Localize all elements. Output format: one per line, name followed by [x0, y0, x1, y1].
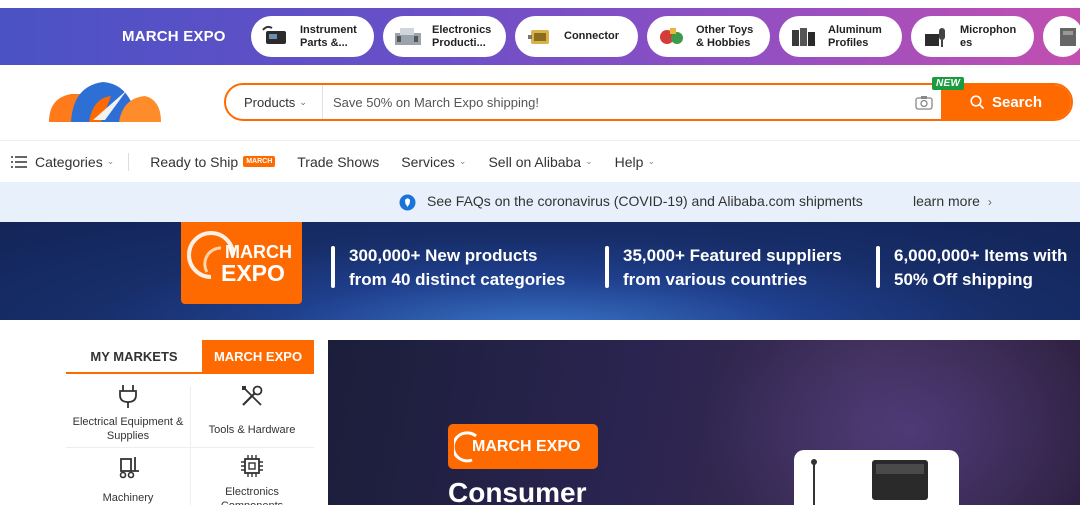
tab-my-markets[interactable]: MY MARKETS: [66, 340, 202, 372]
chevron-down-icon: ⌄: [458, 156, 467, 166]
microphone-icon: [917, 21, 955, 53]
forklift-icon: [119, 457, 139, 479]
header: Products ⌄ Search NEW: [0, 65, 1080, 140]
hero-expo-badge: MARCH EXPO: [448, 424, 598, 469]
nav-ready-to-ship-label: Ready to Ship: [150, 153, 239, 170]
tab-march-expo[interactable]: MARCH EXPO: [202, 340, 314, 372]
search-button[interactable]: Search: [941, 85, 1071, 119]
banner-stat-shipping: 6,000,000+ Items with 50% Off shipping: [876, 244, 1067, 292]
stat-line: from various countries: [623, 270, 808, 289]
promo-pill-microphones[interactable]: Microphon es: [911, 16, 1034, 57]
electronics-production-icon: [389, 21, 427, 53]
march-badge: MARCH: [243, 156, 276, 167]
stat-line: 6,000,000+ Items with: [894, 246, 1068, 265]
nav-ready-to-ship[interactable]: Ready to Ship MARCH: [150, 153, 276, 170]
hero-banner[interactable]: MARCH EXPO Consumer: [328, 340, 1080, 505]
page: MARCH EXPO Instrument Parts &... Electro…: [0, 0, 1080, 505]
market-tabs: MY MARKETS MARCH EXPO: [66, 340, 314, 374]
promo-pill-label: Electronics Producti...: [432, 23, 492, 49]
new-badge: NEW: [932, 77, 965, 90]
march-expo-badge: MARCH EXPO: [181, 222, 302, 304]
promo-pill-aluminum-profiles[interactable]: Aluminum Profiles: [779, 16, 902, 57]
search-icon: [970, 94, 985, 109]
aluminum-profiles-icon: [785, 21, 823, 53]
nav-categories[interactable]: Categories ⌄: [11, 154, 114, 170]
nav-help[interactable]: Help ⌄: [615, 154, 655, 170]
category-electrical-equipment[interactable]: Electrical Equipment & Supplies: [66, 383, 190, 443]
chevron-down-icon: ⌄: [106, 156, 115, 166]
connector-icon: [521, 21, 559, 53]
product-thumb-icon: [1049, 21, 1080, 53]
grid-divider: [66, 447, 314, 448]
banner-badge-line2: EXPO: [221, 260, 285, 286]
nav-services-label: Services: [401, 153, 455, 170]
tools-icon: [242, 385, 263, 406]
promo-pills: Instrument Parts &... Electronics Produc…: [251, 16, 1080, 57]
promo-pill-label: Instrument Parts &...: [300, 23, 357, 49]
search-category-select[interactable]: Products ⌄: [226, 85, 323, 119]
microphone-case-icon: [811, 459, 928, 505]
promo-pill-partial[interactable]: [1043, 16, 1080, 57]
hero-title: Consumer: [448, 477, 587, 505]
stat-line: 300,000+ New products: [349, 246, 538, 265]
list-icon: [11, 155, 27, 168]
nav-services[interactable]: Services ⌄: [401, 154, 466, 170]
category-label: Tools & Hardware: [208, 424, 296, 436]
category-label: Electrical Equipment & Supplies: [72, 416, 184, 442]
main-nav: Categories ⌄ Ready to Ship MARCH Trade S…: [0, 140, 1080, 182]
notice-text: See FAQs on the coronavirus (COVID-19) a…: [427, 193, 863, 209]
chip-icon: [241, 455, 263, 477]
promo-pill-label: Aluminum Profiles: [828, 23, 882, 49]
nav-divider: [128, 152, 130, 171]
promo-pill-instrument-parts[interactable]: Instrument Parts &...: [251, 16, 374, 57]
nav-help-label: Help: [614, 153, 644, 170]
nav-categories-label: Categories: [35, 153, 103, 170]
plug-icon: [119, 385, 137, 408]
learn-more-link[interactable]: learn more ›: [913, 193, 992, 209]
alibaba-logo[interactable]: [41, 80, 162, 122]
chevron-down-icon: ⌄: [299, 96, 307, 107]
promo-pill-connector[interactable]: Connector: [515, 16, 638, 57]
banner-stat-products: 300,000+ New products from 40 distinct c…: [331, 244, 565, 292]
category-tools-hardware[interactable]: Tools & Hardware: [190, 383, 314, 437]
category-machinery[interactable]: Machinery: [66, 453, 190, 505]
banner-stat-suppliers: 35,000+ Featured suppliers from various …: [605, 244, 842, 292]
promo-bar: MARCH EXPO Instrument Parts &... Electro…: [0, 8, 1080, 65]
search-input[interactable]: [323, 85, 907, 119]
nav-sell-on-alibaba[interactable]: Sell on Alibaba ⌄: [488, 154, 592, 170]
nav-trade-shows[interactable]: Trade Shows: [297, 154, 379, 170]
search-category-label: Products: [244, 94, 296, 110]
category-label: Electronics Components: [221, 486, 283, 505]
toys-icon: [653, 21, 691, 53]
instrument-parts-icon: [257, 21, 295, 53]
promo-pill-electronics-production[interactable]: Electronics Producti...: [383, 16, 506, 57]
learn-more-label: learn more: [913, 193, 980, 209]
promo-title[interactable]: MARCH EXPO: [122, 28, 226, 45]
hero-product-card[interactable]: [794, 450, 959, 505]
expo-logo-icon: [454, 431, 477, 463]
nav-trade-shows-label: Trade Shows: [297, 153, 380, 170]
stat-line: 35,000+ Featured suppliers: [623, 246, 842, 265]
camera-icon[interactable]: [907, 85, 941, 119]
promo-pill-label: Connector: [564, 30, 619, 42]
promo-pill-label: Other Toys & Hobbies: [696, 23, 754, 49]
covid-notice: See FAQs on the coronavirus (COVID-19) a…: [0, 182, 1080, 222]
hero-badge-label: MARCH EXPO: [472, 437, 581, 455]
promo-pill-toys[interactable]: Other Toys & Hobbies: [647, 16, 770, 57]
chevron-down-icon: ⌄: [647, 156, 655, 166]
nav-sell-label: Sell on Alibaba: [488, 153, 582, 170]
march-expo-banner[interactable]: MARCH EXPO 300,000+ New products from 40…: [0, 222, 1080, 320]
promo-pill-label: Microphon es: [960, 23, 1017, 49]
chevron-right-icon: ›: [987, 195, 992, 209]
category-label: Machinery: [102, 492, 154, 504]
stat-line: from 40 distinct categories: [349, 270, 566, 289]
stat-line: 50% Off shipping: [894, 270, 1033, 289]
search-button-label: Search: [991, 93, 1043, 111]
chevron-down-icon: ⌄: [585, 156, 593, 166]
location-pin-icon: [399, 194, 416, 211]
main-content: MY MARKETS MARCH EXPO Electrical Equipme…: [47, 320, 1080, 505]
category-electronics-components[interactable]: Electronics Components: [190, 453, 314, 505]
